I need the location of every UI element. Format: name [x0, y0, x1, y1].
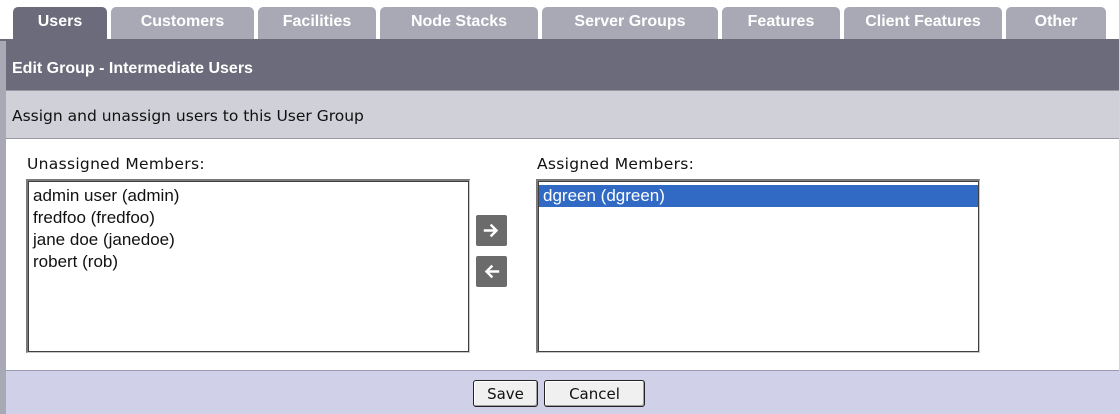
arrow-right-icon — [483, 223, 499, 238]
assign-button[interactable] — [476, 215, 507, 246]
assigned-members-list[interactable]: dgreen (dgreen) — [536, 179, 980, 353]
tab-features[interactable]: Features — [722, 7, 840, 39]
tab-bar: Users Customers Facilities Node Stacks S… — [0, 0, 1119, 39]
form-footer: Save Cancel — [6, 370, 1119, 414]
edit-group-page: Users Customers Facilities Node Stacks S… — [0, 0, 1119, 414]
members-panel: Unassigned Members: admin user (admin) fr… — [6, 139, 1119, 370]
tab-facilities[interactable]: Facilities — [258, 7, 376, 39]
list-item[interactable]: admin user (admin) — [29, 185, 468, 207]
cancel-button[interactable]: Cancel — [544, 380, 645, 407]
list-item[interactable]: dgreen (dgreen) — [539, 185, 978, 207]
unassigned-members-label: Unassigned Members: — [27, 155, 205, 173]
list-item[interactable]: robert (rob) — [29, 251, 468, 273]
unassigned-members-list[interactable]: admin user (admin) fredfoo (fredfoo) jane … — [26, 179, 470, 353]
arrow-left-icon — [484, 264, 500, 279]
list-item[interactable]: jane doe (janedoe) — [29, 229, 468, 251]
page-subtitle: Assign and unassign users to this User G… — [6, 90, 1119, 139]
list-item[interactable]: fredfoo (fredfoo) — [29, 207, 468, 229]
tab-users[interactable]: Users — [13, 7, 107, 39]
tab-node-stacks[interactable]: Node Stacks — [380, 7, 538, 39]
unassign-button[interactable] — [476, 256, 507, 287]
tab-client-features[interactable]: Client Features — [844, 7, 1002, 39]
page-title: Edit Group - Intermediate Users — [6, 41, 1119, 90]
save-button[interactable]: Save — [473, 380, 538, 407]
unassigned-members-options: admin user (admin) fredfoo (fredfoo) jane … — [28, 181, 469, 352]
assigned-members-label: Assigned Members: — [537, 155, 695, 173]
tab-server-groups[interactable]: Server Groups — [542, 7, 718, 39]
tab-customers[interactable]: Customers — [111, 7, 254, 39]
tab-other[interactable]: Other — [1006, 7, 1106, 39]
assigned-members-options: dgreen (dgreen) — [538, 181, 979, 352]
